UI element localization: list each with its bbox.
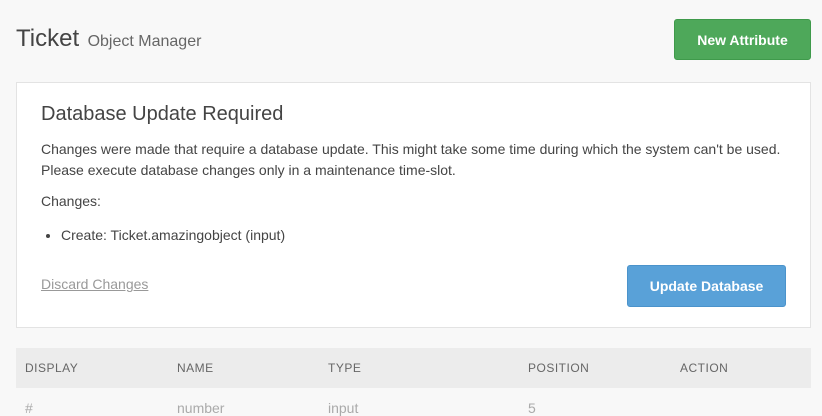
column-header-display[interactable]: DISPLAY — [25, 348, 78, 388]
cell-name: number — [177, 400, 225, 416]
column-header-position[interactable]: POSITION — [528, 348, 589, 388]
discard-changes-link[interactable]: Discard Changes — [41, 276, 148, 292]
change-item: Create: Ticket.amazingobject (input) — [61, 225, 285, 245]
alert-title: Database Update Required — [41, 103, 284, 125]
column-header-name[interactable]: NAME — [177, 348, 214, 388]
page-title: Ticket — [16, 25, 80, 52]
title-group: Ticket Object Manager — [16, 25, 201, 53]
page-subtitle: Object Manager — [87, 33, 202, 50]
update-database-button[interactable]: Update Database — [627, 265, 786, 307]
page-header: Ticket Object Manager New Attribute — [16, 19, 811, 61]
cell-display: # — [25, 400, 33, 416]
column-header-action: ACTION — [680, 361, 729, 375]
column-header-type[interactable]: TYPE — [328, 348, 361, 388]
database-update-alert: Database Update Required Changes were ma… — [16, 82, 811, 328]
object-manager-page: Ticket Object Manager New Attribute Data… — [0, 0, 822, 416]
alert-description: Changes were made that require a databas… — [41, 141, 781, 178]
table-row[interactable]: # number input 5 — [16, 388, 811, 416]
cell-position: 5 — [528, 400, 536, 416]
changes-list: Create: Ticket.amazingobject (input) — [41, 225, 285, 245]
table-header: DISPLAY NAME TYPE POSITION ACTION — [16, 348, 811, 388]
cell-type: input — [328, 400, 359, 416]
new-attribute-button[interactable]: New Attribute — [674, 19, 811, 60]
changes-label: Changes: — [41, 193, 101, 209]
attributes-table: DISPLAY NAME TYPE POSITION ACTION # numb… — [16, 348, 811, 416]
